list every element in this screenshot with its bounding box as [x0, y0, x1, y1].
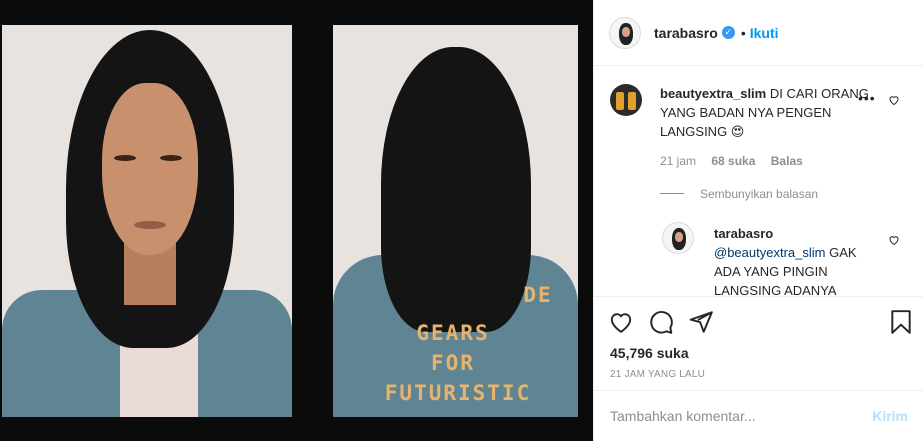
post-comment-button[interactable]: Kirim [872, 408, 908, 424]
comment-time[interactable]: 21 jam [660, 154, 696, 168]
post-sidebar: tarabasro ✓ • Ikuti beautyextra_slim DI … [593, 0, 923, 441]
post-timestamp[interactable]: 21 JAM YANG LALU [610, 369, 705, 380]
instagram-post: DE GEARS FOR FUTURISTIC tarabasro ✓ • Ik… [0, 0, 923, 441]
reply-body: tarabasro @beautyextra_slim GAK ADA YANG… [714, 224, 874, 296]
heart-icon[interactable] [608, 309, 634, 335]
comment-icon[interactable] [648, 309, 674, 335]
more-options-icon[interactable]: ••• [858, 90, 876, 106]
hide-replies-button[interactable]: Sembunyikan balasan [660, 187, 818, 201]
jacket-print-line3: FUTURISTIC [384, 381, 532, 405]
reply-button[interactable]: Balas [771, 154, 803, 168]
follow-button[interactable]: Ikuti [750, 25, 779, 41]
commenter-avatar[interactable] [610, 84, 642, 116]
portrait-back-photo: DE GEARS FOR FUTURISTIC [333, 25, 578, 417]
post-header: tarabasro ✓ • Ikuti [594, 0, 923, 66]
reply-heart-icon[interactable] [888, 234, 900, 246]
likes-count[interactable]: 45,796 suka [610, 345, 689, 361]
comments-list[interactable]: beautyextra_slim DI CARI ORANG YANG BADA… [594, 66, 923, 296]
jacket-print-line2: FOR [431, 351, 475, 375]
comment-body: beautyextra_slim DI CARI ORANG YANG BADA… [660, 84, 870, 141]
post-image[interactable]: DE GEARS FOR FUTURISTIC [0, 0, 593, 441]
comment-meta: 21 jam 68 suka Balas [660, 154, 815, 168]
jacket-print-line1: GEARS [416, 321, 490, 345]
comment-likes[interactable]: 68 suka [711, 154, 755, 168]
reply-author-avatar[interactable] [662, 222, 694, 254]
reply-mention[interactable]: @beautyextra_slim [714, 245, 825, 260]
header-separator: • [740, 24, 746, 41]
bookmark-icon[interactable] [888, 309, 914, 335]
commenter-username[interactable]: beautyextra_slim [660, 86, 766, 101]
jacket-print-partial: DE [523, 283, 553, 307]
portrait-front-photo [2, 25, 292, 417]
comment-input[interactable]: Tambahkan komentar... [610, 408, 872, 424]
verified-badge-icon: ✓ [721, 26, 735, 39]
share-icon[interactable] [688, 309, 714, 335]
author-avatar[interactable] [609, 16, 641, 49]
reply-username[interactable]: tarabasro [714, 226, 773, 241]
post-actions [594, 296, 923, 342]
comment-form: Tambahkan komentar... Kirim [594, 390, 923, 441]
comment-heart-icon[interactable] [888, 94, 900, 106]
author-username[interactable]: tarabasro [654, 25, 718, 41]
